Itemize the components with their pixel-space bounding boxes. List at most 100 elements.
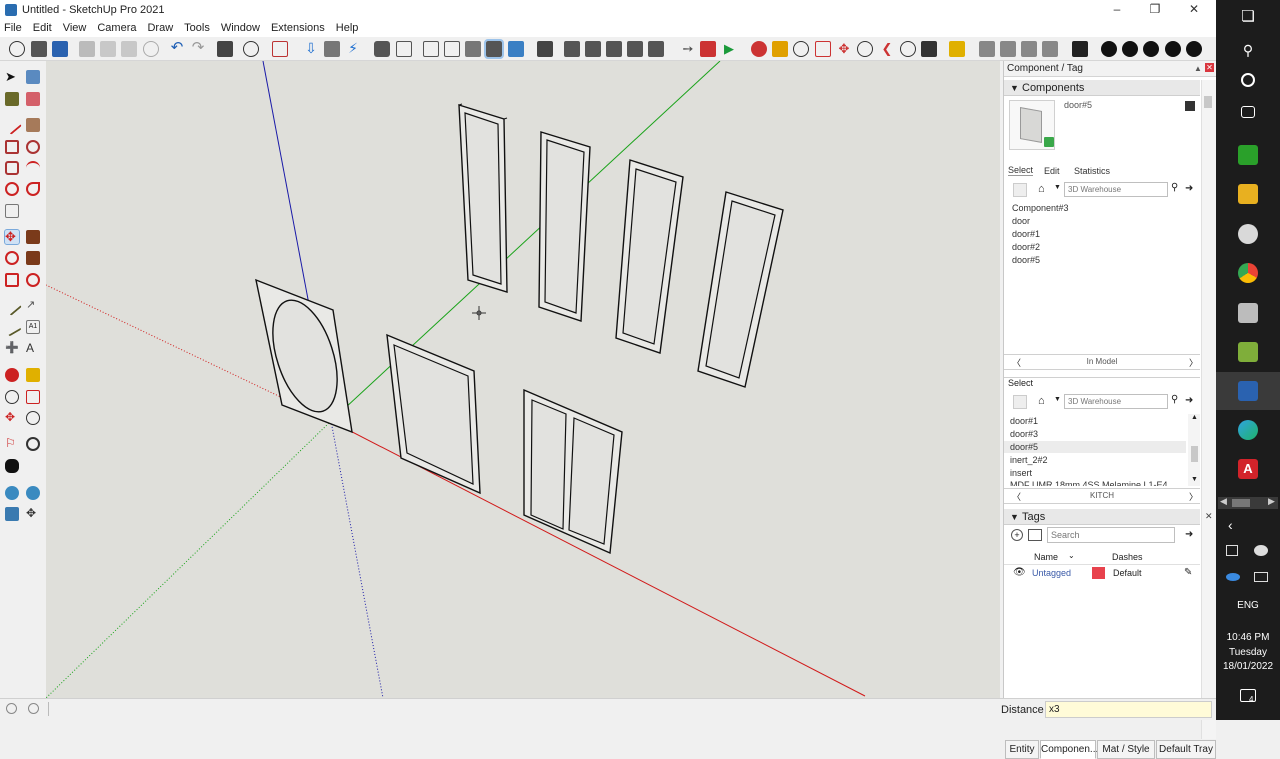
tags-details-icon[interactable]: ➜	[1185, 529, 1193, 540]
rotated-rect-icon[interactable]	[5, 204, 19, 218]
perspective-icon[interactable]: ➙	[680, 41, 696, 57]
menu-window[interactable]: Window	[221, 22, 260, 34]
onedrive-icon[interactable]	[1226, 573, 1240, 581]
component-icon[interactable]	[374, 41, 390, 57]
measurements-input[interactable]: x3	[1045, 701, 1212, 718]
sketchy-icon[interactable]	[272, 41, 288, 57]
pencil-icon[interactable]: ✎	[1184, 567, 1192, 578]
door-component[interactable]	[458, 103, 508, 293]
windows-start-icon[interactable]: ❏	[1238, 7, 1258, 27]
lightning-icon[interactable]: ⚡	[345, 41, 361, 57]
components-header[interactable]: ▼ Components	[1004, 80, 1200, 96]
top-view-icon[interactable]	[585, 41, 601, 57]
model-canvas[interactable]	[46, 61, 1000, 698]
union-icon[interactable]	[1000, 41, 1016, 57]
menu-edit[interactable]: Edit	[33, 22, 52, 34]
sandbox-icon[interactable]	[324, 41, 340, 57]
go-arrow-icon[interactable]: ➜	[1185, 395, 1193, 406]
text-icon[interactable]: A1	[26, 320, 40, 334]
add-folder-icon[interactable]	[1028, 529, 1042, 541]
tray-scroll-thumb[interactable]	[1204, 96, 1212, 108]
open-icon[interactable]	[31, 41, 47, 57]
group-icon[interactable]	[396, 41, 412, 57]
erase-icon[interactable]	[143, 41, 159, 57]
scene-icon[interactable]	[700, 41, 716, 57]
copy-icon[interactable]	[100, 41, 116, 57]
home-icon[interactable]: ⌂	[1038, 395, 1045, 408]
tray-close-icon[interactable]: ✕	[1205, 63, 1214, 72]
tab-components[interactable]: Componen...	[1040, 740, 1098, 759]
wireframe-icon[interactable]	[444, 41, 460, 57]
component-name-field[interactable]: door#5	[1064, 100, 1092, 110]
home-icon[interactable]: ⌂	[1038, 183, 1045, 196]
clock-time[interactable]: 10:46 PM	[1216, 632, 1280, 643]
axes-icon[interactable]: ➕	[5, 342, 19, 356]
menu-view[interactable]: View	[63, 22, 87, 34]
sort-icon[interactable]: ⌄	[1068, 551, 1075, 560]
list-item[interactable]: Component#3	[1012, 203, 1069, 213]
rectangle-icon[interactable]	[5, 140, 19, 154]
dropdown-icon[interactable]: ▼	[1054, 396, 1061, 403]
position-camera-icon[interactable]: ❮	[879, 41, 895, 57]
section-plane-icon[interactable]	[5, 486, 19, 500]
model-info-icon[interactable]	[243, 41, 259, 57]
hidden-line-icon[interactable]	[465, 41, 481, 57]
panel-door-component[interactable]	[386, 333, 481, 495]
tags-header[interactable]: ▼ Tags	[1004, 509, 1200, 525]
search-icon[interactable]: ⚲	[1238, 40, 1258, 60]
list-scrollbar[interactable]: ▲ ▼	[1188, 414, 1200, 486]
add-tag-icon[interactable]: +	[1011, 529, 1023, 541]
style-d-icon[interactable]	[1165, 41, 1181, 57]
orbit-tool-icon[interactable]	[5, 368, 19, 382]
zoom-extents-tool-icon[interactable]: ✥	[5, 411, 19, 425]
acrobat-icon[interactable]: A	[1238, 459, 1258, 479]
details-icon[interactable]	[1185, 101, 1195, 111]
3pt-arc-icon[interactable]	[26, 182, 40, 196]
taskbar-scrollbar[interactable]: ◀ ▶	[1218, 496, 1278, 509]
protractor-icon[interactable]	[2, 317, 22, 337]
cortana-icon[interactable]	[1241, 73, 1255, 87]
list-item[interactable]: MDF UMR 18mm 4SS Melamine L1-E4	[1010, 480, 1168, 486]
back-view-icon[interactable]	[648, 41, 664, 57]
zoom-extents-icon[interactable]: ✥	[836, 41, 852, 57]
print-icon[interactable]	[217, 41, 233, 57]
circle-icon[interactable]	[26, 140, 40, 154]
section-display-icon[interactable]	[26, 486, 40, 500]
tab-edit[interactable]: Edit	[1044, 166, 1060, 176]
info-icon[interactable]	[28, 703, 39, 714]
double-door-component[interactable]	[523, 388, 623, 555]
sketchup-taskbar-icon[interactable]	[1238, 381, 1258, 401]
pan-tool-icon[interactable]	[26, 368, 40, 382]
right-view-icon[interactable]	[627, 41, 643, 57]
door-component[interactable]	[615, 159, 684, 354]
list-item[interactable]: door#1	[1012, 229, 1040, 239]
warehouse-icon[interactable]	[949, 41, 965, 57]
section-fill-icon[interactable]: ✥	[26, 507, 40, 521]
cut-icon[interactable]	[79, 41, 95, 57]
edge-icon[interactable]	[1238, 420, 1258, 440]
play-icon[interactable]: ▶	[721, 41, 737, 57]
list-item[interactable]: door	[1012, 216, 1030, 226]
door-component[interactable]	[697, 191, 784, 388]
freehand-icon[interactable]	[26, 118, 40, 132]
dropdown-icon[interactable]: ▼	[1054, 184, 1061, 191]
app-map-icon[interactable]	[1238, 342, 1258, 362]
section-cuts-icon[interactable]	[5, 507, 19, 521]
solid-tools-icon[interactable]	[979, 41, 995, 57]
tag-dashes[interactable]: Default	[1113, 568, 1142, 578]
meet-icon[interactable]	[1226, 545, 1238, 556]
arrow-down-icon[interactable]: ⇩	[303, 41, 319, 57]
style-b-icon[interactable]	[1122, 41, 1138, 57]
tray-scrollbar[interactable]	[1201, 80, 1216, 739]
minimize-icon[interactable]: –	[1098, 0, 1136, 19]
follow-me-icon[interactable]	[26, 251, 40, 265]
list-item[interactable]: inert_2#2	[1010, 455, 1048, 465]
door-component[interactable]	[538, 131, 591, 322]
tags-search[interactable]: Search	[1047, 527, 1175, 543]
front-view-icon[interactable]	[606, 41, 622, 57]
menu-tools[interactable]: Tools	[184, 22, 210, 34]
look-around-icon[interactable]	[900, 41, 916, 57]
style-e-icon[interactable]	[1186, 41, 1202, 57]
tab-default-tray[interactable]: Default Tray	[1156, 740, 1216, 759]
tag-color-swatch[interactable]	[1092, 567, 1105, 579]
